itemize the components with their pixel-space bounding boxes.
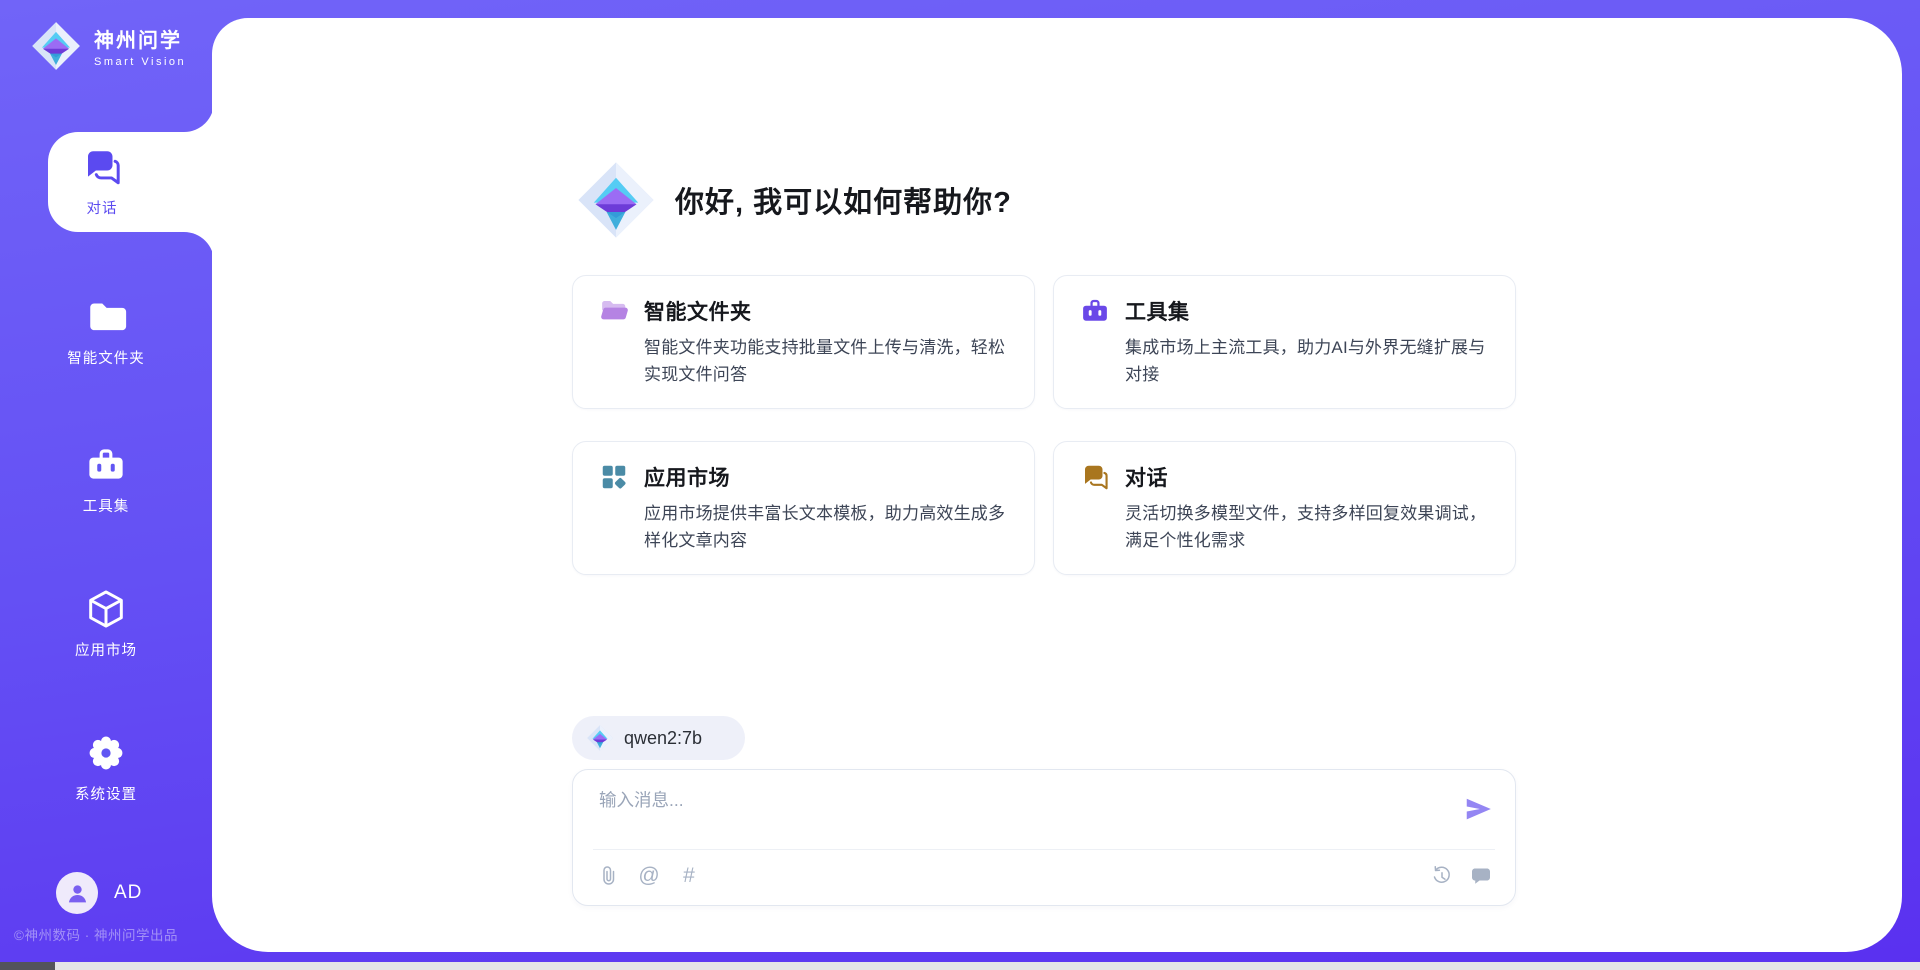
greeting: 你好, 我可以如何帮助你? [575,158,1012,242]
toolbox-icon [85,444,127,486]
person-icon [65,881,90,906]
feature-card-desc: 应用市场提供丰富长文本模板，助力高效生成多样化文章内容 [644,500,1008,554]
chat-icon [1080,462,1110,492]
history-button[interactable] [1429,864,1453,888]
feature-card-title: 智能文件夹 [644,296,752,326]
sidebar-item-label: 智能文件夹 [67,347,145,368]
attach-file-button[interactable] [597,864,621,888]
brand-logo-icon [30,20,82,72]
model-selector[interactable]: qwen2:7b [572,716,745,760]
feature-card-folder-open[interactable]: 智能文件夹 智能文件夹功能支持批量文件上传与清洗，轻松实现文件问答 [572,275,1035,409]
folder-open-icon [599,296,629,326]
sidebar-item-folder[interactable]: 智能文件夹 [0,284,212,380]
sidebar-item-label: 系统设置 [75,783,137,804]
feature-card-title: 对话 [1125,462,1168,492]
feature-card-title: 应用市场 [644,462,730,492]
brand-name: 神州问学 [94,24,186,53]
grid-icon [599,462,629,492]
brand-subtitle: Smart Vision [94,56,186,68]
greeting-text: 你好, 我可以如何帮助你? [675,179,1012,221]
brand: 神州问学 Smart Vision [30,20,186,72]
model-logo-icon [586,724,614,752]
message-composer: @ # [572,769,1516,906]
send-icon [1463,794,1493,824]
feature-card-title: 工具集 [1125,296,1190,326]
user-name: AD [114,882,142,904]
tab-curve-top [184,102,214,132]
history-icon [1429,864,1453,888]
tab-curve-bottom [184,232,214,262]
main-panel: 你好, 我可以如何帮助你? 智能文件夹 智能文件夹功能支持批量文件上传与清洗，轻… [212,18,1902,952]
feature-card-desc: 智能文件夹功能支持批量文件上传与清洗，轻松实现文件问答 [644,334,1008,388]
sidebar-item-cube[interactable]: 应用市场 [0,576,212,672]
gear-icon [85,732,127,774]
feature-cards: 智能文件夹 智能文件夹功能支持批量文件上传与清洗，轻松实现文件问答 工具集 集成… [572,275,1516,575]
feature-card-desc: 集成市场上主流工具，助力AI与外界无缝扩展与对接 [1125,334,1489,388]
sidebar-item-label: 工具集 [83,495,130,516]
avatar [56,872,98,914]
sidebar: 神州问学 Smart Vision 对话 智能文件夹 [0,0,212,970]
hash-button[interactable]: # [677,864,701,888]
feedback-button[interactable] [1469,864,1493,888]
svg-text:#: # [683,864,695,887]
mention-button[interactable]: @ [637,864,661,888]
cube-icon [85,588,127,630]
copyright-text: ©神州数码 · 神州问学出品 [14,924,178,944]
assistant-logo-icon [575,158,657,242]
feature-card-grid[interactable]: 应用市场 应用市场提供丰富长文本模板，助力高效生成多样化文章内容 [572,441,1035,575]
send-button[interactable] [1463,794,1493,824]
chevron-down-icon [712,731,727,746]
sidebar-item-toolbox[interactable]: 工具集 [0,432,212,528]
sidebar-item-gear[interactable]: 系统设置 [0,720,212,816]
user-profile[interactable]: AD [56,872,142,914]
feature-card-toolbox[interactable]: 工具集 集成市场上主流工具，助力AI与外界无缝扩展与对接 [1053,275,1516,409]
sidebar-item-label: 应用市场 [75,639,137,660]
message-input[interactable] [597,785,1421,845]
composer-divider [593,849,1495,850]
sidebar-item-label: 对话 [87,197,118,218]
bottom-strip [0,962,1920,970]
sidebar-item-chat[interactable]: 对话 [48,132,214,232]
feedback-bubble-icon [1469,864,1493,888]
mention-icon: @ [637,864,661,888]
paperclip-icon [597,864,621,888]
feature-card-chat[interactable]: 对话 灵活切换多模型文件，支持多样回复效果调试，满足个性化需求 [1053,441,1516,575]
toolbox-icon [1080,296,1110,326]
hash-icon: # [677,864,701,888]
chat-icon [81,146,123,188]
folder-icon [85,296,127,338]
composer-toolbar: @ # [597,856,1493,896]
svg-text:@: @ [638,864,659,887]
model-name: qwen2:7b [624,728,702,749]
feature-card-desc: 灵活切换多模型文件，支持多样回复效果调试，满足个性化需求 [1125,500,1489,554]
